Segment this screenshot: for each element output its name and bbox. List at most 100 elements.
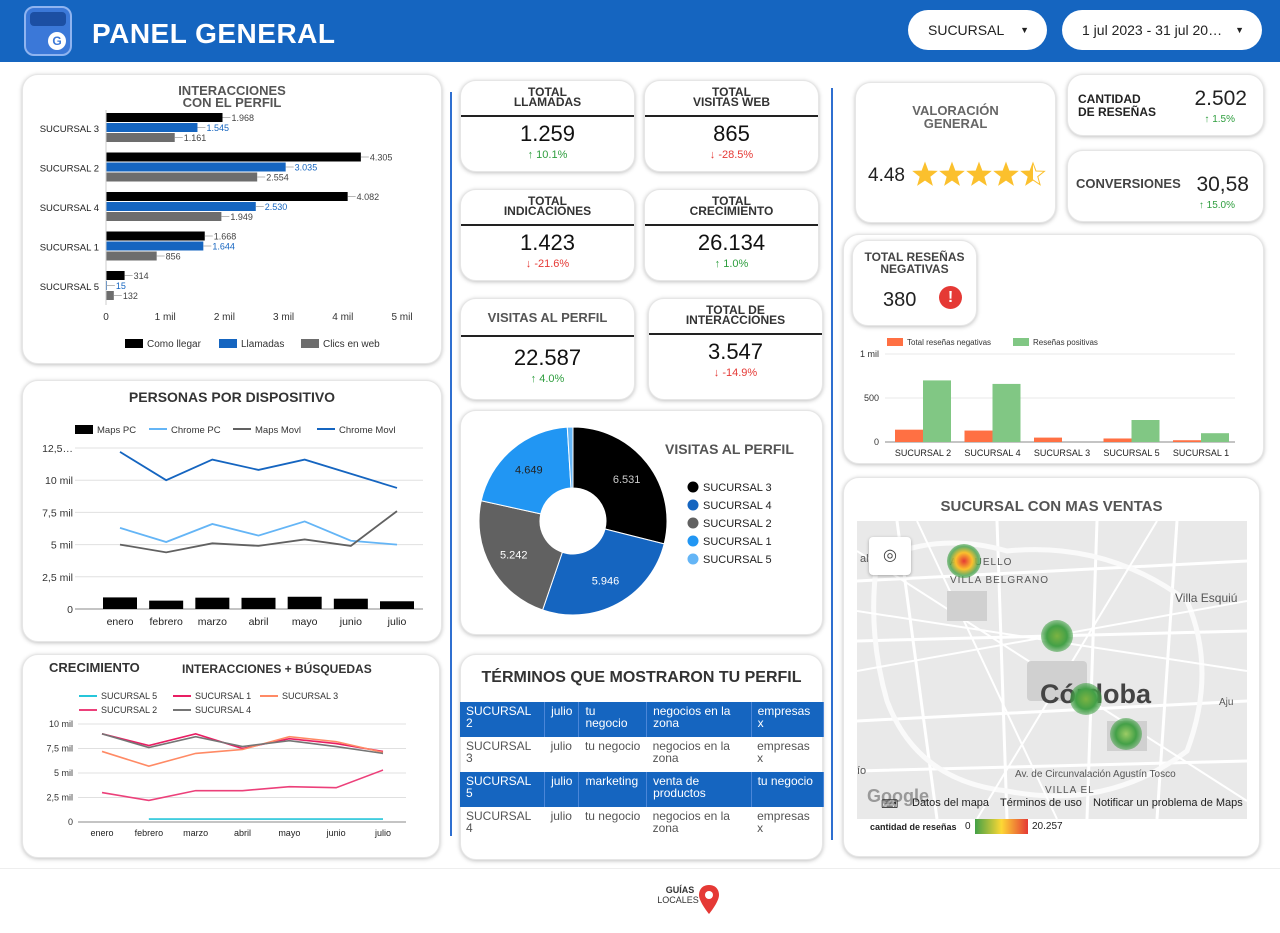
- legend-swatch: [75, 425, 93, 434]
- conversions-card: CONVERSIONES 30,58 ↑ 15.0%: [1067, 150, 1264, 222]
- map-legend: cantidad de reseñas 0 20.257: [857, 819, 1247, 841]
- bar-value-label: 314: [134, 271, 149, 281]
- bar-category-label: SUCURSAL 5: [40, 282, 99, 293]
- table-cell: empresas x: [757, 809, 810, 835]
- x-tick-label: febrero: [150, 616, 183, 628]
- kpi-card: TOTAL DE INTERACCIONES 3.547 ↓ -14.9%: [648, 298, 823, 400]
- bar: [106, 123, 198, 132]
- x-tick-label: febrero: [135, 828, 164, 838]
- star-icon: [993, 161, 1019, 186]
- kpi-underline: [645, 115, 818, 117]
- reviews-count-value: 2.502: [1194, 87, 1247, 110]
- x-tick-label: mayo: [292, 616, 318, 628]
- kpi-title-l2: INDICACIONES: [503, 204, 592, 218]
- kpi-title-l1: VISITAS AL PERFIL: [487, 310, 608, 325]
- kpi-card: VISITAS AL PERFIL 22.587 ↑ 4.0%: [460, 298, 635, 400]
- bar: [106, 152, 361, 162]
- bar-category-label: SUCURSAL 3: [40, 124, 99, 135]
- map-title: SUCURSAL CON MAS VENTAS: [940, 498, 1163, 515]
- branch-heat-map[interactable]: ◎ ARGUELLO VILLA BELGRANO Villa Esquiú A…: [857, 521, 1247, 819]
- map-report-link[interactable]: Notificar un problema de Maps: [1093, 797, 1243, 809]
- map-data-link[interactable]: Datos del mapa: [912, 797, 989, 809]
- date-range-dropdown[interactable]: 1 jul 2023 - 31 jul 20… ▼: [1062, 10, 1262, 50]
- legend-swatch: [687, 481, 699, 493]
- device-bar: [333, 598, 368, 609]
- bar: [106, 212, 222, 221]
- heat-spot: [1041, 620, 1073, 652]
- bar: [106, 241, 204, 251]
- kpi-card: TOTAL LLAMADAS 1.259 ↑ 10.1%: [460, 80, 635, 172]
- reviews-bar-chart: 0 500 1 mil SUCURSAL 2 SUCURSAL 4 SUCURSAL 3 S…: [860, 338, 1235, 458]
- bar: [106, 133, 175, 142]
- legend-label: Como llegar: [147, 339, 202, 350]
- bar-value-label: 132: [123, 291, 138, 301]
- table-cell: marketing: [578, 772, 648, 807]
- star-icon: [912, 161, 938, 186]
- bar: [1131, 420, 1160, 442]
- rating-card: VALORACIÓN GENERAL 4.48: [855, 82, 1056, 223]
- page-title: PANEL GENERAL: [92, 18, 336, 49]
- bar: [106, 231, 205, 241]
- x-tick-label: junio: [326, 828, 346, 838]
- heat-spot: [1070, 683, 1102, 715]
- x-tick-label: abril: [249, 616, 269, 628]
- growth-card: CRECIMIENTO INTERACCIONES + BÚSQUEDAS 02…: [22, 654, 440, 858]
- locate-icon[interactable]: ◎: [869, 537, 911, 575]
- bar-value-label: 3.035: [295, 163, 318, 173]
- bar: [895, 429, 923, 442]
- caret-down-icon: ▼: [1235, 25, 1244, 35]
- table-cell: empresas x: [757, 739, 810, 765]
- map-legend-max: 20.257: [1032, 821, 1063, 832]
- legend-swatch: [1013, 338, 1029, 346]
- bar: [964, 430, 993, 442]
- kpi-underline: [461, 224, 634, 226]
- bar-value-label: 1.644: [212, 242, 235, 252]
- bar-value-label: 4.305: [370, 153, 393, 163]
- kpi-delta: ↑ 1.0%: [714, 258, 749, 270]
- table-cell: venta de productos: [646, 772, 752, 807]
- top-bar: G PANEL GENERAL SUCURSAL ▼ 1 jul 2023 - …: [0, 0, 1280, 62]
- branch-dropdown[interactable]: SUCURSAL ▼: [908, 10, 1047, 50]
- legend-label: SUCURSAL 1: [195, 691, 251, 701]
- bar: [106, 291, 114, 300]
- map-terms-link[interactable]: Términos de uso: [1000, 797, 1082, 809]
- kpi-underline: [461, 115, 634, 117]
- search-terms-title: TÉRMINOS QUE MOSTRARON TU PERFIL: [481, 669, 802, 686]
- negative-reviews-kpi: TOTAL RESEÑAS NEGATIVAS 380 !: [852, 240, 977, 326]
- map-legend-gradient: [975, 819, 1028, 834]
- devices-line-chart: 0 2,5 mil 5 mil 7,5 mil 10 mil 12,5… enero febr…: [42, 425, 423, 628]
- y-tick-label: 10 mil: [49, 719, 73, 729]
- growth-line: [101, 735, 384, 767]
- bar-category-label: SUCURSAL 1: [40, 243, 99, 254]
- bar-value-label: 1.668: [214, 232, 237, 242]
- device-line: [119, 520, 398, 546]
- growth-line: [101, 769, 384, 802]
- kpi-value: 1.259: [519, 121, 576, 146]
- kpi-card: TOTAL VISITAS WEB 865 ↓ -28.5%: [644, 80, 819, 172]
- x-tick-label: SUCURSAL 1: [1173, 448, 1229, 458]
- x-tick-label: 0: [103, 312, 109, 323]
- bar-value-label: 15: [116, 281, 126, 291]
- table-cell: tu negocio: [751, 772, 825, 807]
- x-tick-label: SUCURSAL 4: [964, 448, 1020, 458]
- x-tick-label: marzo: [183, 828, 208, 838]
- device-bar: [195, 597, 230, 609]
- footer-logo-l1: GUÍAS: [665, 885, 695, 895]
- x-tick-label: abril: [234, 828, 251, 838]
- x-tick-label: SUCURSAL 5: [1103, 448, 1159, 458]
- bar-value-label: 4.082: [357, 192, 380, 202]
- y-tick-label: 2,5 mil: [42, 572, 73, 584]
- y-tick-label: 10 mil: [45, 475, 73, 487]
- device-line: [119, 510, 398, 554]
- table-row: SUCURSAL 5 julio marketing venta de product…: [460, 772, 825, 807]
- table-cell: SUCURSAL 2: [460, 702, 546, 737]
- keyboard-icon[interactable]: ⌨: [881, 797, 898, 811]
- reviews-count-delta: ↑ 1.5%: [1204, 114, 1235, 125]
- profile-visits-card: VISITAS AL PERFIL 6.531 5.946 5.242 4.649 SU…: [460, 410, 823, 635]
- legend-swatch: [301, 339, 319, 348]
- heat-spot: [1110, 718, 1142, 750]
- kpi-delta: ↑ 4.0%: [530, 373, 565, 385]
- legend-swatch: [687, 517, 699, 529]
- kpi-value: 22.587: [513, 345, 582, 370]
- footer-divider: [0, 868, 1280, 869]
